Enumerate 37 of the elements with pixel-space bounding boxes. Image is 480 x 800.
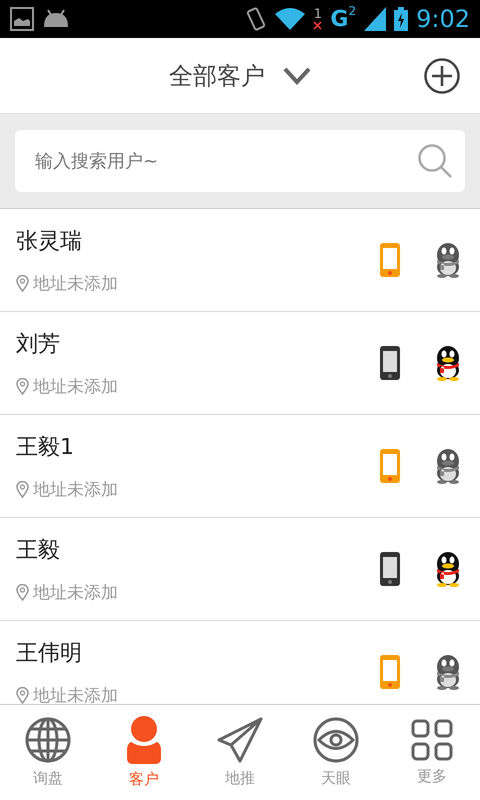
paper-plane-icon [217,717,263,763]
search-field[interactable]: 输入搜索用户~ [15,130,465,192]
page-title[interactable]: 全部客户 [169,60,265,92]
sim-label: 1 [314,8,322,21]
location-pin-icon [16,584,29,600]
battery-icon [394,7,408,31]
image-icon [10,7,34,31]
no-signal-icon [313,21,322,30]
clock-time: 9:02 [416,5,470,33]
address-text: 地址未添加 [33,272,118,294]
eye-icon [313,717,359,763]
chevron-down-icon[interactable] [283,66,311,84]
address-text: 地址未添加 [33,582,118,604]
grid-icon [411,719,453,761]
globe-icon [25,717,71,763]
network-type: G [330,6,348,32]
address-text: 地址未添加 [33,684,118,704]
person-icon [127,716,161,764]
wifi-icon [275,8,306,30]
phone-icon[interactable] [380,552,400,586]
vibrate-icon [245,6,268,32]
location-pin-icon [16,378,29,394]
android-icon [42,9,70,29]
location-pin-icon [16,480,29,498]
location-pin-icon [16,686,29,704]
phone-icon[interactable] [380,346,400,380]
sim-label: 2 [348,4,356,18]
customer-name[interactable]: 刘芳 [16,328,380,358]
customer-name[interactable]: 张灵瑞 [16,226,380,256]
customer-name[interactable]: 王毅 [16,534,380,564]
add-icon[interactable] [424,58,460,94]
address-text: 地址未添加 [33,478,118,500]
signal-icon [364,7,386,31]
customer-name[interactable]: 王伟明 [16,638,380,668]
address-text: 地址未添加 [33,376,118,398]
customer-name[interactable]: 王毅1 [16,432,380,462]
location-pin-icon [16,274,29,292]
